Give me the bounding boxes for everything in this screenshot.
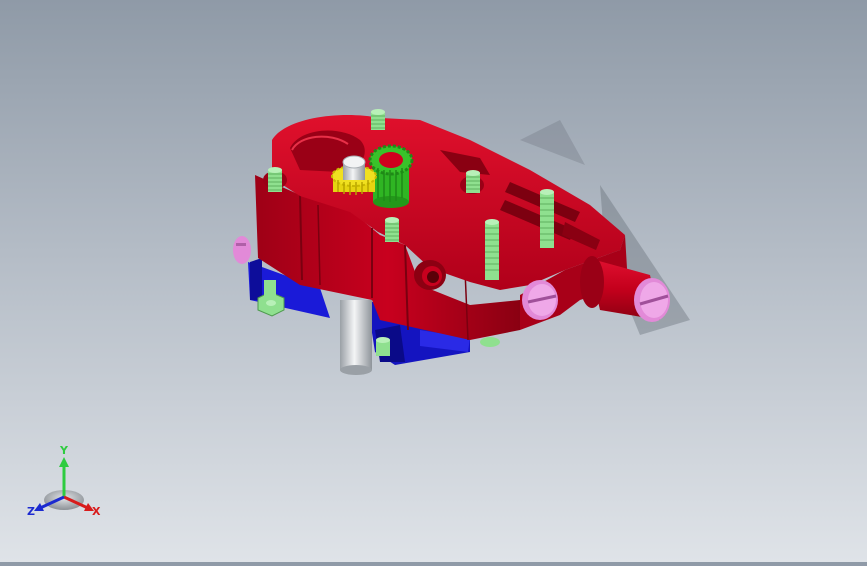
triad-z-label: Z xyxy=(27,505,35,518)
slotted-screw[interactable] xyxy=(634,278,670,322)
hex-nut[interactable] xyxy=(376,337,390,356)
set-screw[interactable] xyxy=(485,219,499,280)
coordinate-triad[interactable]: Y Z X xyxy=(22,445,112,525)
set-screw[interactable] xyxy=(466,170,480,193)
cad-model[interactable] xyxy=(0,0,867,562)
set-screw[interactable] xyxy=(371,109,385,130)
triad-x-label: X xyxy=(92,505,101,518)
slotted-screw[interactable] xyxy=(522,280,558,320)
slotted-screw[interactable] xyxy=(233,236,251,264)
hex-nut[interactable] xyxy=(480,337,500,347)
set-screw[interactable] xyxy=(385,217,399,242)
gear-shaft[interactable] xyxy=(342,155,366,180)
dowel-pin[interactable] xyxy=(340,300,372,375)
set-screw[interactable] xyxy=(540,189,554,248)
graphics-viewport[interactable]: Y Z X xyxy=(0,0,867,562)
set-screw[interactable] xyxy=(268,167,282,192)
triad-y-label: Y xyxy=(60,444,68,457)
